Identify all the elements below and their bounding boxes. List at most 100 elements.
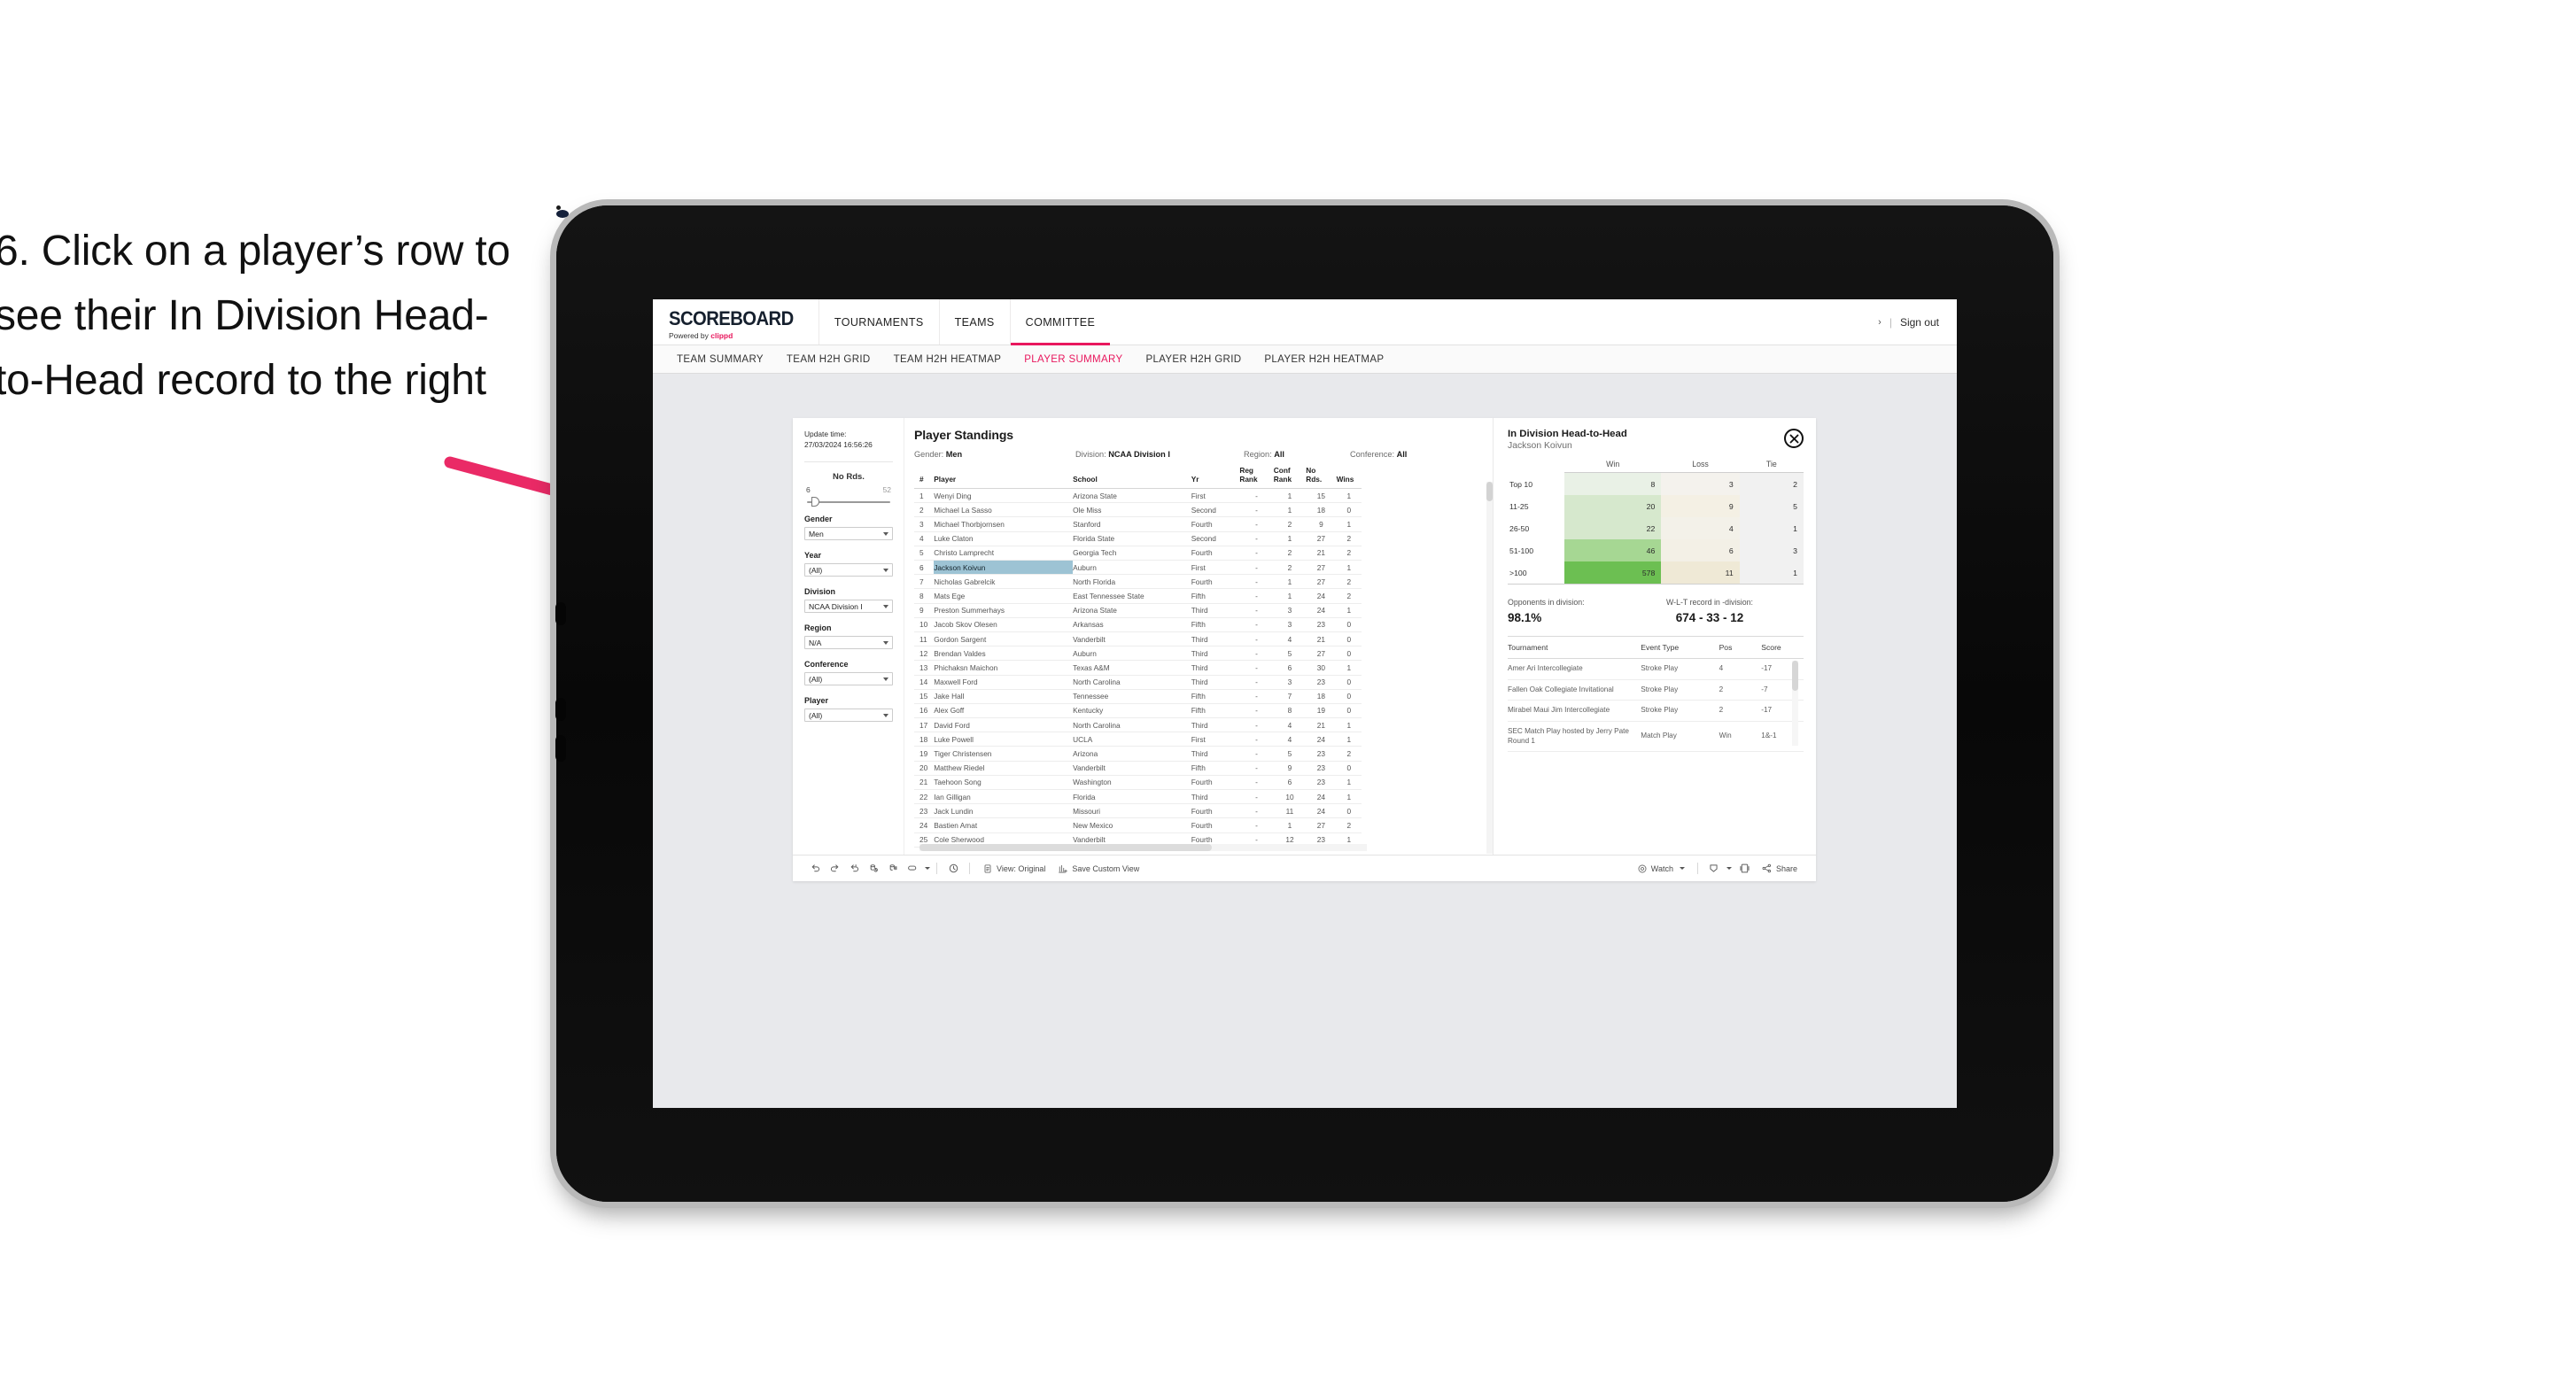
- col-conf-rank[interactable]: Conf Rank: [1273, 466, 1307, 490]
- table-row[interactable]: 1 Wenyi Ding Arizona State First -1 15 1: [914, 488, 1362, 504]
- h2h-win-cell[interactable]: 22: [1564, 517, 1662, 539]
- save-custom-view-button[interactable]: Save Custom View: [1051, 863, 1145, 874]
- h2h-tie-cell[interactable]: 5: [1739, 495, 1804, 517]
- h2h-row[interactable]: >100 578 11 1: [1508, 561, 1804, 585]
- undo-icon[interactable]: [805, 859, 825, 879]
- h2h-loss-cell[interactable]: 11: [1661, 561, 1740, 585]
- h2h-win-cell[interactable]: 20: [1564, 495, 1662, 517]
- scrollbar-thumb[interactable]: [1792, 661, 1798, 691]
- col-wins[interactable]: Wins: [1336, 467, 1362, 490]
- subnav-tab-player-summary[interactable]: PLAYER SUMMARY: [1013, 354, 1134, 365]
- row-wins: 2: [1336, 817, 1362, 833]
- row-player: Christo Lamprecht: [934, 546, 1074, 561]
- subnav-tab-player-h2h-grid[interactable]: PLAYER H2H GRID: [1134, 354, 1253, 365]
- table-row[interactable]: 2 Michael La Sasso Ole Miss Second -1 18 0: [914, 502, 1362, 518]
- table-row[interactable]: 3 Michael Thorbjornsen Stanford Fourth -2 9 1: [914, 516, 1362, 532]
- table-row[interactable]: 8 Mats Ege East Tennessee State Fifth -1 24 2: [914, 588, 1362, 604]
- h2h-loss-cell[interactable]: 6: [1661, 539, 1740, 561]
- table-row[interactable]: 5 Christo Lamprecht Georgia Tech Fourth -2 21…: [914, 546, 1362, 561]
- col-school[interactable]: School: [1073, 467, 1191, 490]
- standings-vertical-scrollbar[interactable]: [1486, 482, 1493, 854]
- table-row[interactable]: 24 Bastien Amat New Mexico Fourth -1 27 2: [914, 817, 1362, 833]
- subnav-tab-team-summary[interactable]: TEAM SUMMARY: [665, 354, 775, 365]
- nav-tab-tournaments[interactable]: TOURNAMENTS: [818, 299, 939, 345]
- year-select[interactable]: (All): [804, 563, 893, 577]
- download-icon[interactable]: [1704, 859, 1724, 879]
- table-row[interactable]: 20 Matthew Riedel Vanderbilt Fifth -9 23 0: [914, 761, 1362, 776]
- table-row[interactable]: 13 Phichaksn Maichon Texas A&M Third -6 30 1: [914, 660, 1362, 676]
- table-row[interactable]: 19 Tiger Christensen Arizona Third -5 23 2: [914, 746, 1362, 762]
- pause-auto-updates-icon[interactable]: [943, 859, 963, 879]
- h2h-tie-cell[interactable]: 2: [1739, 472, 1804, 495]
- player-select[interactable]: (All): [804, 708, 893, 723]
- table-row[interactable]: 16 Alex Goff Kentucky Fifth -8 19 0: [914, 703, 1362, 719]
- pause-refresh-icon[interactable]: [883, 859, 903, 879]
- h2h-row[interactable]: 11-25 20 9 5: [1508, 495, 1804, 517]
- table-row[interactable]: 17 David Ford North Carolina Third -4 21 1: [914, 717, 1362, 733]
- refresh-data-icon[interactable]: [864, 859, 883, 879]
- table-row[interactable]: 18 Luke Powell UCLA First -4 24 1: [914, 732, 1362, 747]
- col-yr[interactable]: Yr: [1191, 467, 1240, 490]
- scoreboard-logo[interactable]: SCOREBOARD Powered by clippd: [653, 299, 819, 345]
- conference-select[interactable]: (All): [804, 672, 893, 686]
- chevron-down-icon[interactable]: [1726, 867, 1732, 870]
- subnav-tab-team-h2h-heatmap[interactable]: TEAM H2H HEATMAP: [882, 354, 1013, 365]
- h2h-loss-cell[interactable]: 3: [1661, 472, 1740, 495]
- nav-tab-committee[interactable]: COMMITTEE: [1009, 299, 1111, 345]
- table-row[interactable]: 10 Jacob Skov Olesen Arkansas Fifth -3 23 0: [914, 617, 1362, 632]
- tournament-row[interactable]: Mirabel Maui Jim Intercollegiate Stroke P…: [1508, 700, 1804, 722]
- table-row[interactable]: 4 Luke Claton Florida State Second -1 27 2: [914, 531, 1362, 546]
- table-row[interactable]: 7 Nicholas Gabrelcik North Florida Fourth -1…: [914, 574, 1362, 590]
- h2h-win-cell[interactable]: 46: [1564, 539, 1662, 561]
- col-reg-rank[interactable]: Reg Rank: [1239, 466, 1274, 490]
- table-row[interactable]: 12 Brendan Valdes Auburn Third -5 27 0: [914, 646, 1362, 662]
- slider-handle[interactable]: [811, 497, 819, 507]
- table-row[interactable]: 6 Jackson Koivun Auburn First -2 27 1: [914, 560, 1362, 576]
- tournament-row[interactable]: Amer Ari Intercollegiate Stroke Play 4 -17: [1508, 658, 1804, 680]
- h2h-tie-cell[interactable]: 3: [1739, 539, 1804, 561]
- region-select[interactable]: N/A: [804, 636, 893, 650]
- revert-icon[interactable]: [844, 859, 864, 879]
- h2h-loss-cell[interactable]: 4: [1661, 517, 1740, 539]
- h2h-tie-cell[interactable]: 1: [1739, 517, 1804, 539]
- table-row[interactable]: 21 Taehoon Song Washington Fourth -6 23 1: [914, 775, 1362, 791]
- subnav-tab-player-h2h-heatmap[interactable]: PLAYER H2H HEATMAP: [1253, 354, 1395, 365]
- table-row[interactable]: 14 Maxwell Ford North Carolina Third -3 23 0: [914, 675, 1362, 690]
- tournament-row[interactable]: SEC Match Play hosted by Jerry Pate Roun…: [1508, 721, 1804, 753]
- h2h-win-cell[interactable]: 578: [1564, 561, 1662, 585]
- nav-tab-teams[interactable]: TEAMS: [938, 299, 1010, 345]
- table-row[interactable]: 15 Jake Hall Tennessee Fifth -7 18 0: [914, 689, 1362, 704]
- col-rank[interactable]: #: [914, 467, 935, 490]
- col-no-rds[interactable]: No Rds.: [1306, 466, 1337, 490]
- h2h-win-cell[interactable]: 8: [1564, 472, 1662, 495]
- table-row[interactable]: 11 Gordon Sargent Vanderbilt Third -4 21 0: [914, 631, 1362, 647]
- h2h-loss-cell[interactable]: 9: [1661, 495, 1740, 517]
- table-row[interactable]: 9 Preston Summerhays Arizona State Third -3 2…: [914, 603, 1362, 618]
- close-icon[interactable]: [1784, 429, 1804, 448]
- scrollbar-thumb[interactable]: [919, 844, 1212, 851]
- watch-button[interactable]: Watch: [1631, 863, 1691, 874]
- fullscreen-icon[interactable]: [1735, 859, 1755, 879]
- tournament-scrollbar[interactable]: [1792, 661, 1798, 746]
- division-select[interactable]: NCAA Division I: [804, 600, 893, 614]
- share-button[interactable]: Share: [1755, 863, 1804, 874]
- h2h-row[interactable]: Top 10 8 3 2: [1508, 472, 1804, 495]
- highlight-icon[interactable]: [903, 859, 922, 879]
- h2h-row[interactable]: 26-50 22 4 1: [1508, 517, 1804, 539]
- sign-out-link[interactable]: Sign out: [1900, 316, 1939, 329]
- no-rounds-slider[interactable]: [807, 497, 890, 507]
- h2h-tie-cell[interactable]: 1: [1739, 561, 1804, 585]
- standings-horizontal-scrollbar[interactable]: [919, 844, 1367, 851]
- chevron-down-icon[interactable]: [925, 867, 930, 870]
- table-row[interactable]: 23 Jack Lundin Missouri Fourth -11 24 0: [914, 803, 1362, 819]
- chevron-right-icon[interactable]: ›: [1878, 317, 1882, 328]
- table-row[interactable]: 22 Ian Gilligan Florida Third -10 24 1: [914, 789, 1362, 805]
- col-player[interactable]: Player: [934, 467, 1074, 490]
- h2h-row[interactable]: 51-100 46 6 3: [1508, 539, 1804, 561]
- gender-select[interactable]: Men: [804, 527, 893, 541]
- redo-icon[interactable]: [825, 859, 844, 879]
- scrollbar-thumb[interactable]: [1486, 482, 1493, 501]
- subnav-tab-team-h2h-grid[interactable]: TEAM H2H GRID: [775, 354, 882, 365]
- tournament-row[interactable]: Fallen Oak Collegiate Invitational Stroke…: [1508, 679, 1804, 701]
- view-original-button[interactable]: View: Original: [976, 863, 1051, 874]
